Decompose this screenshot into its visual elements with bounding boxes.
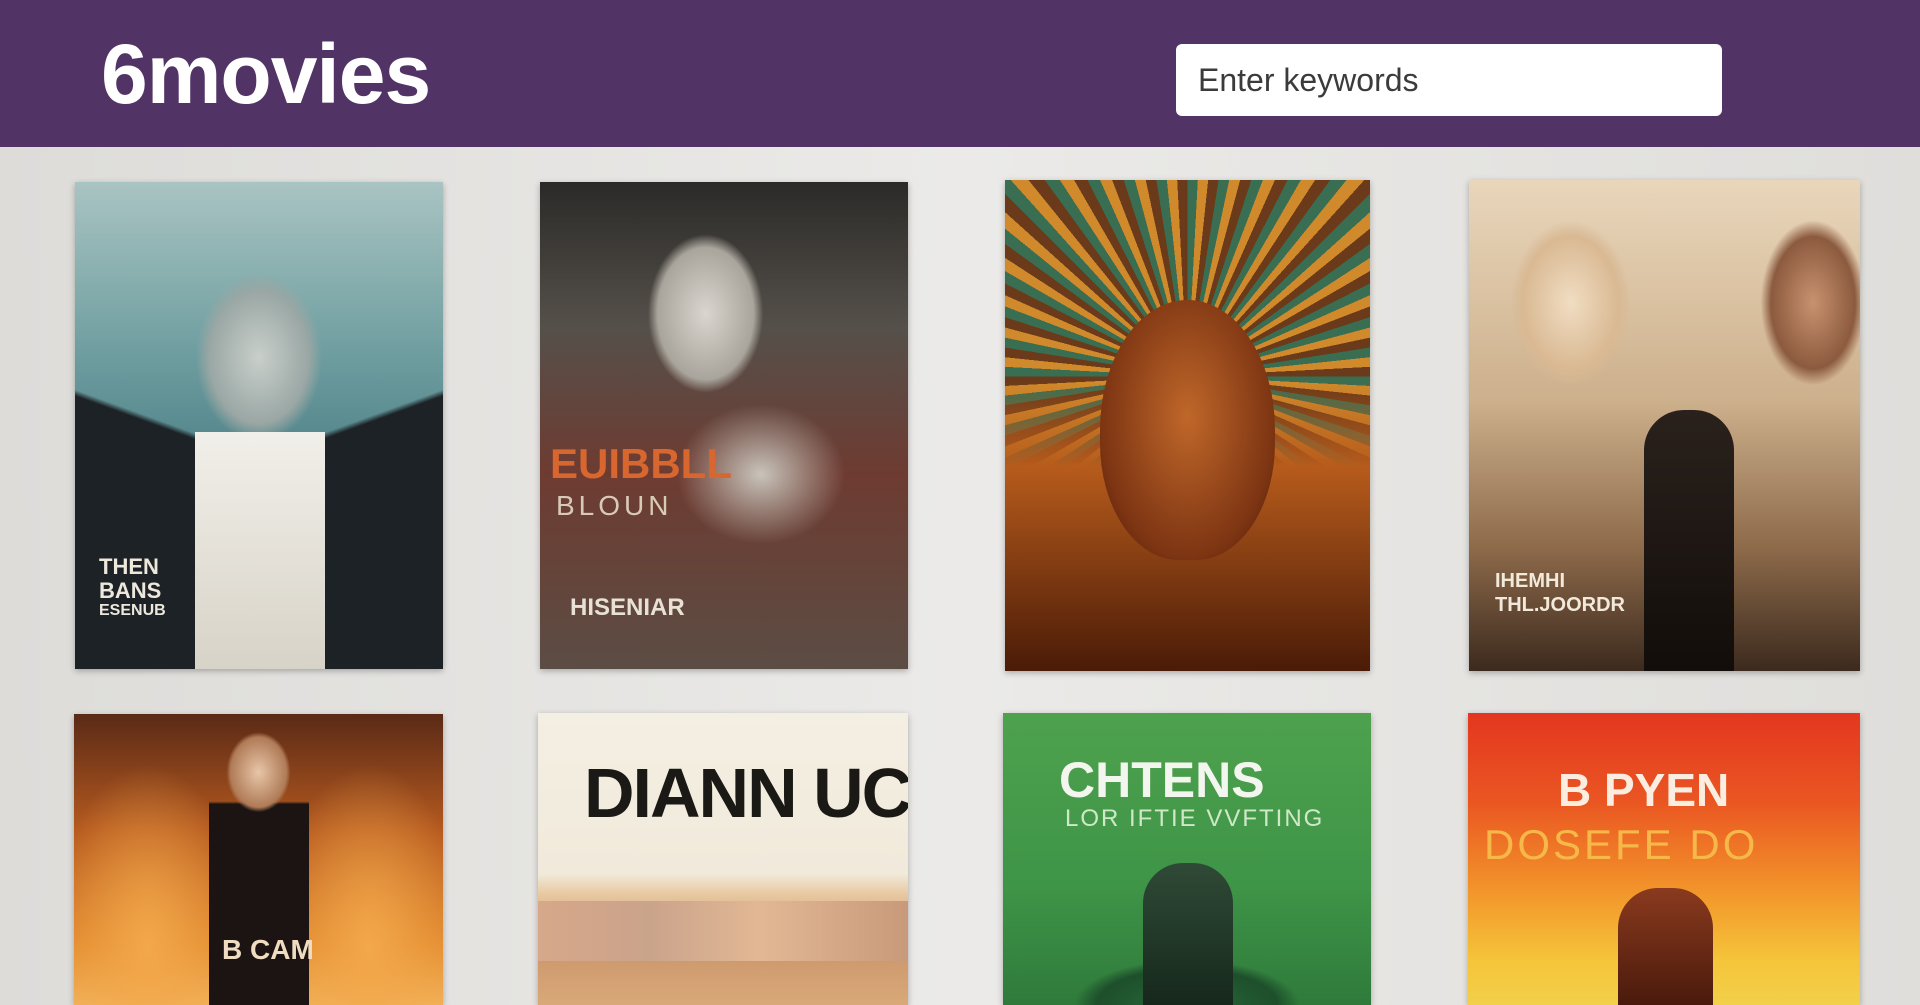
movie-poster[interactable]: CHTENS LOR IFTIE VVFTING (1003, 713, 1371, 1005)
movie-poster[interactable]: B CAM (74, 714, 443, 1005)
movie-grid: THEN BANS ESENUB EUIBBLL BLOUN HISENIAR … (0, 147, 1920, 1005)
poster-title-line: IHEMHI (1495, 570, 1565, 592)
poster-title-line: HISENIAR (570, 594, 685, 621)
site-logo[interactable]: 6movies (101, 26, 431, 122)
poster-mountains (538, 901, 908, 961)
movie-poster[interactable]: IHEMHI THL.JOORDR (1469, 180, 1860, 671)
site-header: 6movies (0, 0, 1920, 147)
movie-poster[interactable]: THEN BANS ESENUB (75, 182, 443, 669)
poster-title-line: DOSEFE DO (1484, 821, 1759, 868)
poster-title-line: B PYEN (1558, 764, 1730, 816)
movie-poster[interactable] (1005, 180, 1370, 671)
poster-title-line: ESENUB (99, 602, 166, 619)
poster-title-line: BLOUN (556, 490, 673, 521)
poster-shirt (195, 432, 325, 669)
poster-title-line: THEN (99, 554, 159, 579)
poster-title-line: B CAM (222, 934, 314, 965)
poster-title-line: CHTENS (1059, 752, 1265, 808)
poster-mask (1100, 300, 1275, 560)
poster-title-line: THL.JOORDR (1495, 594, 1625, 616)
poster-figure (1618, 888, 1713, 1005)
movie-poster[interactable]: B PYEN DOSEFE DO (1468, 713, 1860, 1005)
poster-title-line: EUIBBLL (550, 440, 732, 487)
poster-figure (1143, 863, 1233, 1005)
search-input[interactable] (1176, 44, 1722, 116)
poster-figure (1644, 410, 1734, 671)
poster-title-line: LOR IFTIE VVFTING (1065, 805, 1325, 832)
poster-title-line: DIANN UCT (584, 754, 908, 832)
movie-poster[interactable]: DIANN UCT (538, 713, 908, 1005)
movie-poster[interactable]: EUIBBLL BLOUN HISENIAR (540, 182, 908, 669)
poster-title-line: BANS (99, 578, 162, 603)
